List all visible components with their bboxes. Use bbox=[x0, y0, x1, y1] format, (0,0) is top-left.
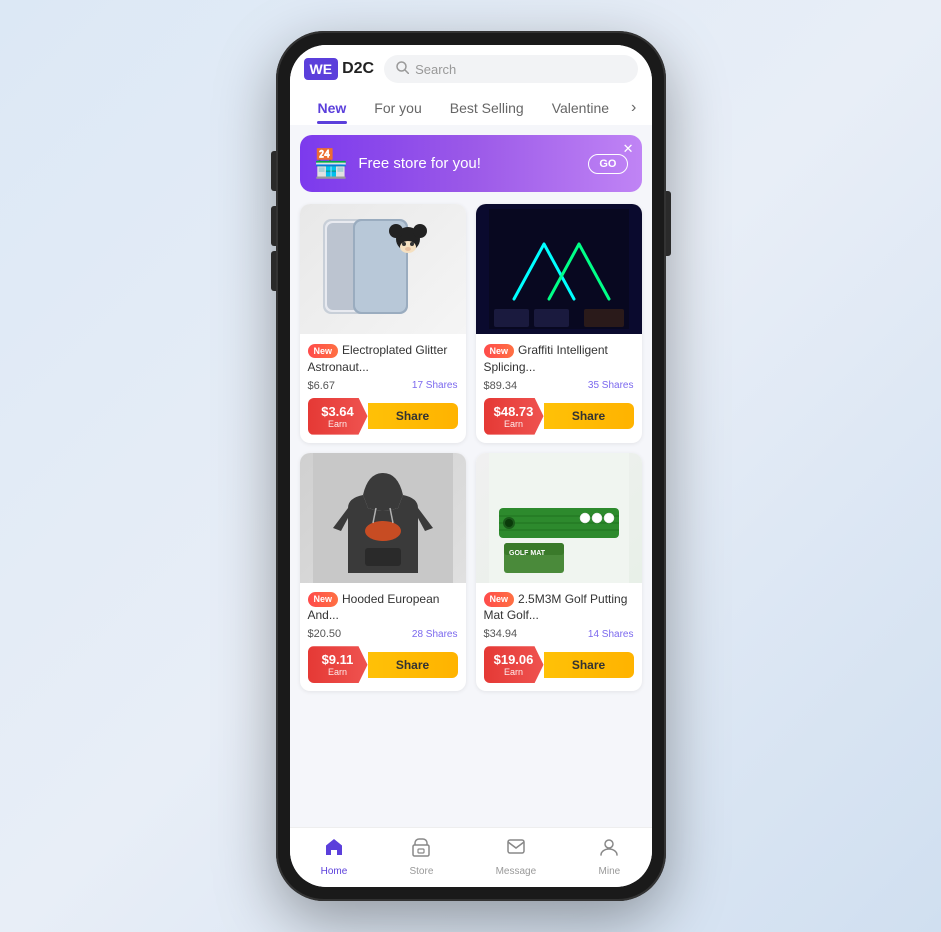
earn-button-1[interactable]: $3.64 Earn bbox=[308, 398, 368, 435]
message-icon bbox=[505, 836, 527, 864]
new-badge-3: New bbox=[308, 592, 339, 607]
product-card-3[interactable]: NewHooded European And... $20.50 28 Shar… bbox=[300, 453, 466, 692]
earn-share-row-1: $3.64 Earn Share bbox=[308, 398, 458, 435]
earn-share-row-2: $48.73 Earn Share bbox=[484, 398, 634, 435]
nav-mine-label: Mine bbox=[599, 866, 621, 877]
product-title-4: New2.5M3M Golf Putting Mat Golf... bbox=[484, 591, 634, 625]
earn-button-4[interactable]: $19.06 Earn bbox=[484, 646, 544, 683]
header-top: WE D2C Search bbox=[304, 55, 638, 83]
share-button-4[interactable]: Share bbox=[544, 652, 634, 678]
earn-share-row-4: $19.06 Earn Share bbox=[484, 646, 634, 683]
new-badge-2: New bbox=[484, 344, 515, 359]
earn-button-3[interactable]: $9.11 Earn bbox=[308, 646, 368, 683]
product-meta-3: $20.50 28 Shares bbox=[308, 628, 458, 640]
product-title-3: NewHooded European And... bbox=[308, 591, 458, 625]
home-icon bbox=[323, 836, 345, 864]
store-icon: 🏪 bbox=[314, 147, 349, 180]
mine-icon bbox=[598, 836, 620, 864]
search-placeholder: Search bbox=[415, 62, 456, 77]
product-price-2: $89.34 bbox=[484, 380, 518, 392]
earn-share-row-3: $9.11 Earn Share bbox=[308, 646, 458, 683]
svg-text:GOLF MAT: GOLF MAT bbox=[509, 550, 546, 557]
products-grid: NewElectroplated Glitter Astronaut... $6… bbox=[300, 204, 642, 691]
product-shares-2: 35 Shares bbox=[588, 380, 634, 391]
product-info-4: New2.5M3M Golf Putting Mat Golf... $34.9… bbox=[476, 583, 642, 692]
logo-d2c: D2C bbox=[342, 60, 374, 78]
product-info-2: NewGraffiti Intelligent Splicing... $89.… bbox=[476, 334, 642, 443]
phone-device: WE D2C Search New bbox=[276, 31, 666, 901]
new-badge-4: New bbox=[484, 592, 515, 607]
nav-message[interactable]: Message bbox=[496, 836, 537, 877]
tab-best-selling[interactable]: Best Selling bbox=[436, 92, 538, 124]
bottom-nav: Home Store bbox=[290, 827, 652, 887]
product-image-2 bbox=[476, 204, 642, 334]
product-shares-1: 17 Shares bbox=[412, 380, 458, 391]
nav-store[interactable]: Store bbox=[409, 836, 433, 877]
share-button-2[interactable]: Share bbox=[544, 403, 634, 429]
nav-message-label: Message bbox=[496, 866, 537, 877]
logo-we: WE bbox=[304, 58, 339, 80]
product-card-1[interactable]: NewElectroplated Glitter Astronaut... $6… bbox=[300, 204, 466, 443]
nav-home[interactable]: Home bbox=[321, 836, 348, 877]
promo-banner[interactable]: 🏪 Free store for you! GO ✕ bbox=[300, 135, 642, 192]
product-meta-1: $6.67 17 Shares bbox=[308, 380, 458, 392]
search-bar[interactable]: Search bbox=[384, 55, 637, 83]
share-button-1[interactable]: Share bbox=[368, 403, 458, 429]
nav-home-label: Home bbox=[321, 866, 348, 877]
new-badge-1: New bbox=[308, 344, 339, 359]
banner-text: Free store for you! bbox=[358, 155, 578, 172]
product-image-1 bbox=[300, 204, 466, 334]
share-button-3[interactable]: Share bbox=[368, 652, 458, 678]
product-shares-4: 14 Shares bbox=[588, 629, 634, 640]
product-card-2[interactable]: NewGraffiti Intelligent Splicing... $89.… bbox=[476, 204, 642, 443]
product-info-3: NewHooded European And... $20.50 28 Shar… bbox=[300, 583, 466, 692]
product-price-4: $34.94 bbox=[484, 628, 518, 640]
product-card-4[interactable]: GOLF MAT New2.5M3M Golf Putting Mat Golf… bbox=[476, 453, 642, 692]
header: WE D2C Search New bbox=[290, 45, 652, 125]
earn-button-2[interactable]: $48.73 Earn bbox=[484, 398, 544, 435]
product-title-1: NewElectroplated Glitter Astronaut... bbox=[308, 342, 458, 376]
tabs-more-button[interactable]: › bbox=[623, 91, 644, 125]
product-image-4: GOLF MAT bbox=[476, 453, 642, 583]
nav-store-label: Store bbox=[409, 866, 433, 877]
product-title-2: NewGraffiti Intelligent Splicing... bbox=[484, 342, 634, 376]
product-shares-3: 28 Shares bbox=[412, 629, 458, 640]
product-price-1: $6.67 bbox=[308, 380, 336, 392]
product-info-1: NewElectroplated Glitter Astronaut... $6… bbox=[300, 334, 466, 443]
main-content: 🏪 Free store for you! GO ✕ bbox=[290, 125, 652, 827]
product-meta-2: $89.34 35 Shares bbox=[484, 380, 634, 392]
store-nav-icon bbox=[410, 836, 432, 864]
logo[interactable]: WE D2C bbox=[304, 58, 375, 80]
tab-new[interactable]: New bbox=[304, 92, 361, 124]
product-price-3: $20.50 bbox=[308, 628, 342, 640]
phone-screen: WE D2C Search New bbox=[290, 45, 652, 887]
product-meta-4: $34.94 14 Shares bbox=[484, 628, 634, 640]
banner-close-button[interactable]: ✕ bbox=[623, 141, 634, 157]
tab-for-you[interactable]: For you bbox=[360, 92, 435, 124]
product-image-3 bbox=[300, 453, 466, 583]
search-icon bbox=[396, 61, 409, 77]
nav-mine[interactable]: Mine bbox=[598, 836, 620, 877]
tab-valentine[interactable]: Valentine bbox=[538, 92, 623, 124]
tabs-bar: New For you Best Selling Valentine › bbox=[304, 91, 638, 125]
